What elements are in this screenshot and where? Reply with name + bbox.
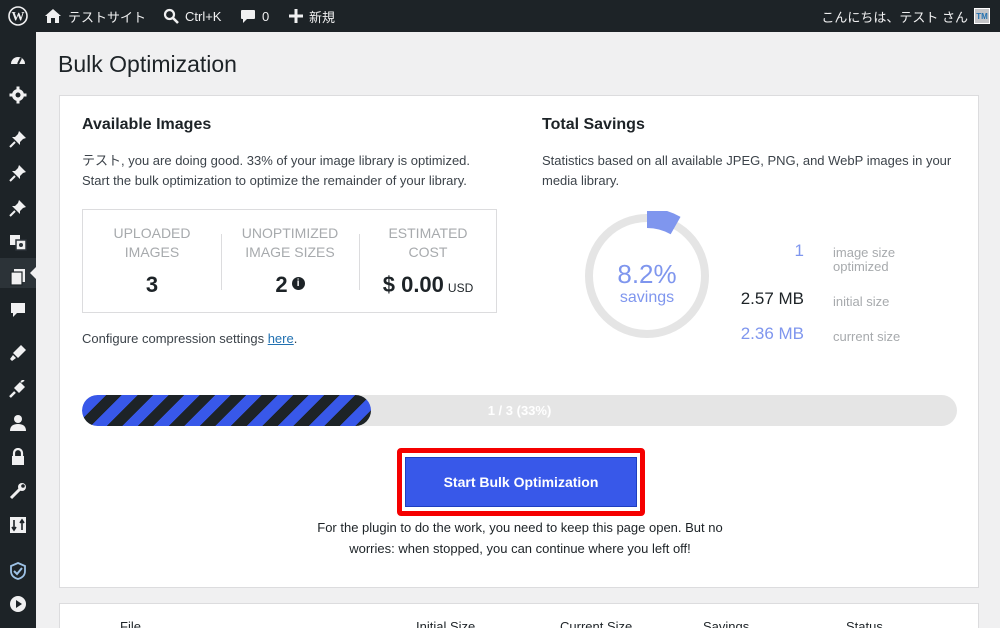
available-text-line2: Start the bulk optimization to optimize … bbox=[82, 173, 467, 188]
settings-icon[interactable] bbox=[8, 85, 28, 105]
total-savings-heading: Total Savings bbox=[542, 116, 645, 133]
column-header-status: Status bbox=[846, 619, 883, 628]
stat-label-line1: UPLOADED bbox=[113, 225, 191, 241]
site-name: テストサイト bbox=[68, 9, 147, 25]
pin-icon[interactable] bbox=[8, 163, 28, 183]
column-header-initial-size: Initial Size bbox=[416, 619, 476, 628]
unoptimized-sizes-count: 2 bbox=[275, 272, 288, 297]
stat-label-line2: IMAGES bbox=[124, 244, 180, 260]
comment-icon bbox=[241, 9, 255, 23]
stat-label: UNOPTIMIZED IMAGE SIZES bbox=[221, 224, 359, 262]
appearance-icon[interactable] bbox=[8, 343, 28, 363]
initial-size-value: 2.57 MB bbox=[740, 289, 804, 308]
available-text-line1: テスト, you are doing good. 33% of your ima… bbox=[82, 153, 471, 168]
column-header-file: File bbox=[120, 619, 141, 628]
pin-icon[interactable] bbox=[8, 129, 28, 149]
plugins-icon[interactable] bbox=[8, 379, 28, 399]
command-palette-button[interactable]: Ctrl+K bbox=[163, 0, 221, 32]
plus-icon bbox=[289, 9, 303, 23]
configure-suffix: . bbox=[293, 331, 298, 346]
users-icon[interactable] bbox=[8, 413, 28, 433]
play-icon[interactable] bbox=[8, 594, 28, 614]
bulk-optimization-card: Available Images テスト, you are doing good… bbox=[59, 95, 979, 588]
current-size-label: current size bbox=[833, 329, 901, 344]
uploaded-images-stat: UPLOADED IMAGES 3 bbox=[83, 210, 221, 314]
pin-icon[interactable] bbox=[8, 198, 28, 218]
tools-icon[interactable] bbox=[8, 481, 28, 501]
admin-bar: W テストサイト Ctrl+K 0 新規 こんにちは、テスト さん TM bbox=[0, 0, 1000, 32]
import-icon[interactable] bbox=[8, 515, 28, 535]
optimized-count: 1 bbox=[794, 241, 804, 260]
current-size-row: 2.36 MB current size bbox=[710, 324, 960, 348]
new-content-link[interactable]: 新規 bbox=[289, 0, 335, 32]
home-icon bbox=[45, 9, 61, 23]
start-bulk-optimization-button[interactable]: Start Bulk Optimization bbox=[405, 457, 637, 507]
search-shortcut: Ctrl+K bbox=[185, 8, 222, 24]
optimized-count-row: 1 image size optimized bbox=[710, 241, 960, 274]
optimized-label-line2: optimized bbox=[833, 259, 889, 274]
initial-size-label: initial size bbox=[833, 294, 890, 309]
estimated-cost-value: $ 0.00 bbox=[382, 272, 444, 297]
pages-icon[interactable] bbox=[8, 267, 28, 287]
lock-icon[interactable] bbox=[8, 447, 28, 467]
savings-text-line2: media library. bbox=[542, 173, 620, 188]
progress-text: 1 / 3 (33%) bbox=[487, 403, 552, 418]
info-icon[interactable]: i bbox=[291, 277, 305, 290]
stat-label-line1: UNOPTIMIZED bbox=[241, 225, 339, 241]
comments-icon[interactable] bbox=[8, 300, 28, 320]
comments-count: 0 bbox=[262, 8, 270, 24]
initial-size-row: 2.57 MB initial size bbox=[710, 289, 960, 313]
savings-text-line1: Statistics based on all available JPEG, … bbox=[542, 153, 952, 168]
savings-percent: 8.2% bbox=[617, 259, 677, 289]
total-savings-description: Statistics based on all available JPEG, … bbox=[542, 151, 962, 191]
savings-percent-label: savings bbox=[619, 289, 675, 306]
results-table: File Initial Size Current Size Savings S… bbox=[59, 603, 979, 628]
stat-label: UPLOADED IMAGES bbox=[83, 224, 221, 262]
wordpress-logo-icon[interactable]: W bbox=[8, 0, 28, 32]
stat-value: $ 0.00 USD bbox=[359, 272, 497, 298]
current-size-value: 2.36 MB bbox=[740, 324, 804, 343]
dashboard-icon[interactable] bbox=[8, 50, 28, 70]
stat-value: 3 bbox=[83, 272, 221, 298]
column-header-savings: Savings bbox=[703, 619, 750, 628]
svg-text:W: W bbox=[12, 9, 25, 24]
new-label: 新規 bbox=[309, 9, 336, 25]
stat-label-line1: ESTIMATED bbox=[388, 225, 468, 241]
stat-label: ESTIMATED COST bbox=[359, 224, 497, 262]
stat-label-line2: COST bbox=[408, 244, 448, 260]
keep-page-open-note: For the plugin to do the work, you need … bbox=[300, 517, 740, 559]
note-line2: worries: when stopped, you can continue … bbox=[349, 541, 691, 556]
uploaded-images-count: 3 bbox=[145, 272, 159, 297]
compression-settings-link[interactable]: here bbox=[268, 331, 294, 346]
admin-sidebar bbox=[0, 32, 37, 628]
media-icon[interactable] bbox=[8, 232, 28, 252]
optimized-label: image size optimized bbox=[833, 246, 895, 274]
sidebar-current-arrow bbox=[30, 266, 37, 280]
avatar: TM bbox=[974, 8, 990, 24]
configure-prefix: Configure compression settings bbox=[82, 331, 268, 346]
optimized-label-line1: image size bbox=[833, 245, 896, 260]
shield-check-icon[interactable] bbox=[8, 561, 28, 581]
search-icon bbox=[163, 8, 179, 24]
page-title: Bulk Optimization bbox=[58, 51, 237, 77]
stat-value: 2 i bbox=[221, 272, 359, 298]
comments-link[interactable]: 0 bbox=[240, 0, 269, 32]
account-menu[interactable]: こんにちは、テスト さん TM bbox=[821, 0, 990, 32]
optimization-progress-bar: 1 / 3 (33%) bbox=[82, 395, 957, 426]
stat-label-line2: IMAGE SIZES bbox=[245, 244, 335, 260]
image-stats-box: UPLOADED IMAGES 3 UNOPTIMIZED IMAGE SIZE… bbox=[82, 209, 497, 313]
available-images-heading: Available Images bbox=[82, 116, 212, 133]
unoptimized-sizes-stat: UNOPTIMIZED IMAGE SIZES 2 i bbox=[221, 210, 359, 314]
estimated-cost-stat: ESTIMATED COST $ 0.00 USD bbox=[359, 210, 497, 314]
note-line1: For the plugin to do the work, you need … bbox=[317, 520, 723, 535]
configure-settings-text: Configure compression settings here. bbox=[82, 329, 297, 349]
column-header-current-size: Current Size bbox=[560, 619, 633, 628]
available-images-description: テスト, you are doing good. 33% of your ima… bbox=[82, 151, 522, 191]
greeting: こんにちは、テスト さん bbox=[821, 9, 968, 25]
currency-unit: USD bbox=[447, 281, 474, 295]
site-name-link[interactable]: テストサイト bbox=[44, 0, 146, 32]
